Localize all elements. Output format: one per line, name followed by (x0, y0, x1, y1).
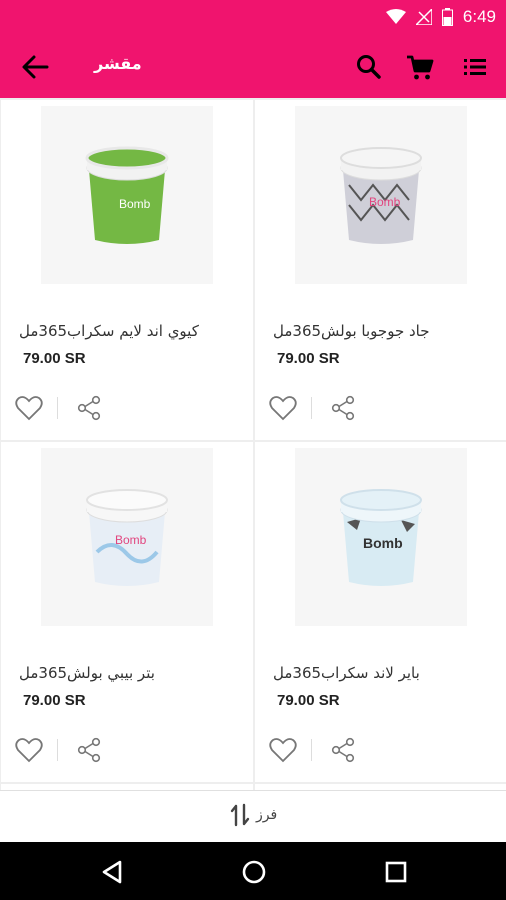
product-jar-image: Bomb (86, 489, 168, 586)
product-price: 79.00 SR (277, 350, 340, 367)
product-price: 79.00 SR (23, 350, 86, 367)
nav-back-icon[interactable] (98, 857, 128, 887)
product-card[interactable]: Bomb جاد جوجوبا بولش365مل 79.00 SR (255, 100, 506, 440)
product-card[interactable]: Bomb كيوي اند لايم سكراب365مل 79.00 SR (1, 100, 253, 440)
action-divider (311, 739, 312, 761)
product-actions (15, 394, 102, 422)
product-image[interactable]: Bomb (41, 448, 213, 626)
product-name[interactable]: بتر بيبي بولش365مل (19, 664, 239, 682)
status-bar: 6:49 (0, 0, 506, 34)
jar-brand: Bomb (363, 535, 403, 551)
product-grid: Bomb كيوي اند لايم سكراب365مل 79.00 SR B… (0, 98, 506, 790)
sort-bar: فرز (0, 790, 506, 840)
nav-recents-icon[interactable] (381, 857, 411, 887)
battery-icon (441, 8, 453, 26)
product-actions (15, 736, 102, 764)
share-icon[interactable] (76, 737, 102, 763)
product-image[interactable]: Bomb (295, 448, 467, 626)
product-card[interactable]: Bomb باير لاند سكراب365مل 79.00 SR (255, 442, 506, 782)
nav-home-icon[interactable] (239, 857, 269, 887)
product-actions (269, 394, 356, 422)
sort-label: فرز (256, 807, 278, 823)
status-time: 6:49 (462, 7, 496, 26)
heart-icon[interactable] (15, 737, 43, 763)
product-jar-image: Bomb (340, 147, 422, 244)
list-menu-icon[interactable] (461, 52, 491, 82)
system-nav-bar (0, 842, 506, 900)
action-divider (311, 397, 312, 419)
page-title: مقشر (94, 54, 142, 73)
status-icons: 6:49 (385, 7, 496, 27)
jar-brand: Bomb (115, 533, 147, 547)
product-name[interactable]: جاد جوجوبا بولش365مل (273, 322, 493, 340)
product-name[interactable]: كيوي اند لايم سكراب365مل (19, 322, 239, 340)
heart-icon[interactable] (269, 395, 297, 421)
action-divider (57, 739, 58, 761)
sort-icon (230, 803, 250, 827)
share-icon[interactable] (330, 737, 356, 763)
share-icon[interactable] (330, 395, 356, 421)
signal-icon (415, 9, 432, 25)
search-icon[interactable] (354, 52, 384, 82)
heart-icon[interactable] (15, 395, 43, 421)
heart-icon[interactable] (269, 737, 297, 763)
product-name[interactable]: باير لاند سكراب365مل (273, 664, 493, 682)
product-jar-image: Bomb (340, 489, 422, 586)
jar-brand: Bomb (369, 195, 401, 209)
jar-brand: Bomb (119, 197, 151, 211)
app-bar: مقشر (0, 34, 506, 98)
product-card[interactable]: Bomb بتر بيبي بولش365مل 79.00 SR (1, 442, 253, 782)
product-price: 79.00 SR (277, 692, 340, 709)
product-actions (269, 736, 356, 764)
product-price: 79.00 SR (23, 692, 86, 709)
wifi-icon (385, 9, 406, 24)
product-jar-image: Bomb (85, 146, 169, 244)
cart-icon[interactable] (405, 52, 435, 82)
action-divider (57, 397, 58, 419)
share-icon[interactable] (76, 395, 102, 421)
sort-button[interactable]: فرز (230, 803, 277, 827)
product-image[interactable]: Bomb (295, 106, 467, 284)
product-image[interactable]: Bomb (41, 106, 213, 284)
back-arrow-icon[interactable] (20, 52, 50, 82)
